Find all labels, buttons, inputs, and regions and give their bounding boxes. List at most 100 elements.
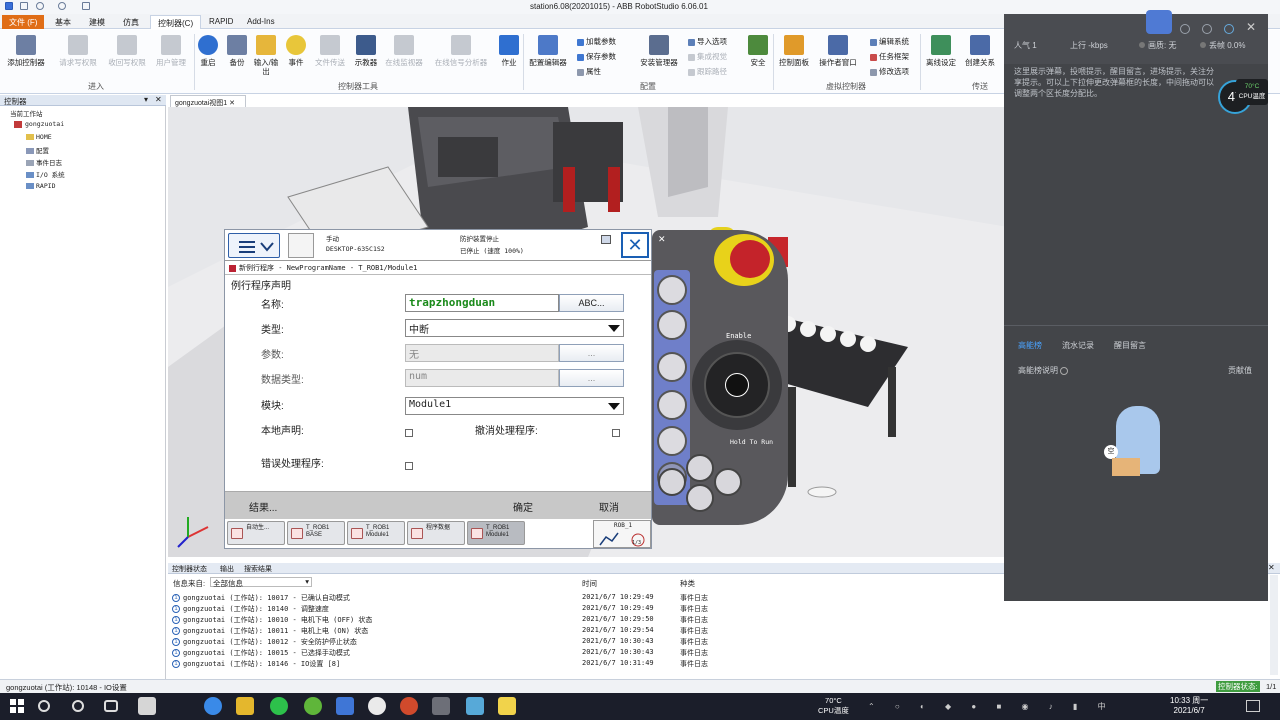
filter-dropdown[interactable]: 全部信息 ▾ (210, 577, 312, 588)
tree-item-eventlog[interactable]: 事件日志 (26, 157, 62, 167)
taskbar-tab-base[interactable]: T_ROB1 BASE (287, 521, 345, 545)
user-mgmt-button[interactable]: 用户管理 (150, 35, 192, 67)
clock[interactable]: 10:33 周一 2021/6/7 (1170, 696, 1208, 716)
output-row[interactable]: i gongzuotai (工作站): 10012 - 安全防护停止状态 (172, 637, 357, 648)
tab-controller[interactable]: 控制器(C) (150, 15, 202, 29)
rank-help[interactable]: 高能榜说明 (1018, 365, 1069, 376)
tree-item-config[interactable]: 配置 (26, 145, 49, 155)
restart-button[interactable]: 重启 (196, 35, 220, 67)
tree-item-io[interactable]: I/O 系统 (26, 169, 65, 179)
close-icon[interactable]: ✕ (1246, 20, 1256, 34)
chrome-icon[interactable] (204, 697, 222, 715)
refresh-icon[interactable] (1224, 24, 1234, 34)
online-monitor-button[interactable]: 在线监视器 (381, 35, 427, 67)
app-icon[interactable] (466, 697, 484, 715)
config-editor-button[interactable]: 配置编辑器 (525, 35, 571, 67)
backup-button[interactable]: 备份 (224, 35, 250, 67)
event-button[interactable]: 事件 (283, 35, 309, 67)
output-row[interactable]: i gongzuotai (工作站): 10017 - 已确认自动模式 (172, 593, 350, 604)
brush-icon[interactable] (82, 2, 90, 10)
revoke-write-button[interactable]: 收回写权限 (103, 35, 151, 67)
tray-icons[interactable]: ⌃ ○ ◐ ◆ ● ■ ◉ ♪ ▮ 中 (868, 701, 1118, 711)
control-panel-button[interactable]: 控制面板 (775, 35, 813, 67)
create-relation-button[interactable]: 创建关系 (960, 35, 1000, 67)
result-button[interactable]: 结果... (249, 499, 277, 514)
attributes-button[interactable]: 属性 (577, 66, 601, 77)
tab-superchat[interactable]: 醒目留言 (1114, 340, 1146, 351)
output-row[interactable]: i gongzuotai (工作站): 10010 - 电机下电 (OFF) 状态 (172, 615, 372, 626)
tree-current-station[interactable]: 当前工作站 (10, 108, 43, 118)
tab-records[interactable]: 流水记录 (1062, 340, 1094, 351)
undo-checkbox[interactable] (612, 429, 620, 437)
taskbar-tab-data[interactable]: 程序数据 (407, 521, 465, 545)
play-button[interactable] (686, 454, 714, 482)
params-dots-button[interactable]: ... (559, 344, 624, 362)
taskbar-tab-module1[interactable]: T_ROB1 Module1 (347, 521, 405, 545)
online-signal-button[interactable]: 在线信号分析器 (428, 35, 494, 67)
custom-key-2[interactable] (657, 310, 687, 340)
ok-button[interactable]: 确定 (513, 499, 533, 514)
close-icon[interactable]: ✕ (229, 100, 235, 107)
tab-modeling[interactable]: 建模 (82, 15, 112, 29)
task-view-icon[interactable] (104, 700, 118, 712)
stop-button[interactable] (686, 484, 714, 512)
request-write-button[interactable]: 请求写权限 (54, 35, 102, 67)
type-dropdown[interactable]: 中断 (405, 319, 624, 337)
teach-pendant-button[interactable]: 示教器 (351, 35, 381, 67)
job-button[interactable]: 作业 (497, 35, 521, 67)
abb-menu-button[interactable] (228, 233, 280, 258)
jog-mode-key[interactable] (657, 390, 687, 420)
tab-rapid[interactable]: RAPID (202, 15, 240, 29)
task-frame-button[interactable]: 任务框架 (870, 51, 909, 62)
select-unit-key[interactable] (657, 352, 687, 382)
load-params-button[interactable]: 加载参数 (577, 36, 616, 47)
app-icon[interactable] (498, 697, 516, 715)
tab-file[interactable]: 文件 (F) (2, 15, 45, 29)
taskbar-tab-active[interactable]: T_ROB1 Module1 (467, 521, 525, 545)
integrated-vision-button[interactable]: 集成视觉 (688, 51, 727, 62)
tp-window-icon[interactable] (601, 235, 611, 244)
modify-options-button[interactable]: 修改选项 (870, 66, 909, 77)
search-icon[interactable] (38, 700, 50, 712)
tab-controller-status[interactable]: 控制器状态 (172, 564, 207, 574)
tab-simulation[interactable]: 仿真 (116, 15, 146, 29)
taskbar-tab-auto[interactable]: 自动生... (227, 521, 285, 545)
dropdown-icon[interactable]: ▾ (144, 95, 148, 104)
cortana-icon[interactable] (72, 700, 84, 712)
output-row[interactable]: i gongzuotai (工作站): 10146 - IO设置 [8] (172, 659, 340, 670)
follow-path-button[interactable]: 跟踪路径 (688, 66, 727, 77)
offline-settings-button[interactable]: 离线设定 (922, 35, 960, 67)
install-manager-button[interactable]: 安装管理器 (636, 35, 682, 67)
settings-icon[interactable] (1180, 24, 1190, 34)
windows-start-icon[interactable] (8, 697, 26, 715)
wechat-icon[interactable] (270, 697, 288, 715)
cancel-button[interactable]: 取消 (599, 499, 619, 514)
save-params-button[interactable]: 保存参数 (577, 51, 616, 62)
app-icon[interactable] (368, 697, 386, 715)
edit-system-button[interactable]: 编辑系统 (870, 36, 909, 47)
close-icon[interactable]: ✕ (1268, 563, 1275, 572)
file-explorer-icon[interactable] (236, 697, 254, 715)
operator-window-button[interactable]: 操作者窗口 (815, 35, 861, 67)
powerpoint-icon[interactable] (400, 697, 418, 715)
abc-keyboard-button[interactable]: ABC... (559, 294, 624, 312)
tab-search-results[interactable]: 搜索结果 (244, 564, 272, 574)
tab-ranking[interactable]: 高能榜 (1018, 340, 1042, 351)
file-transfer-button[interactable]: 文件传送 (310, 35, 350, 67)
undo-icon[interactable] (36, 2, 44, 10)
tab-addins[interactable]: Add-Ins (240, 15, 282, 29)
output-row[interactable]: i gongzuotai (工作站): 10015 - 已选择手动模式 (172, 648, 350, 659)
step-back-button[interactable] (658, 468, 686, 496)
output-row[interactable]: i gongzuotai (工作站): 10140 - 调整速度 (172, 604, 329, 615)
redo-icon[interactable] (58, 2, 66, 10)
datatype-dots-button[interactable]: ... (559, 369, 624, 387)
local-checkbox[interactable] (405, 429, 413, 437)
output-row[interactable]: i gongzuotai (工作站): 10011 - 电机上电 (ON) 状态 (172, 626, 368, 637)
store-icon[interactable] (138, 697, 156, 715)
module-dropdown[interactable]: Module1 (405, 397, 624, 415)
import-options-button[interactable]: 导入选项 (688, 36, 727, 47)
lock-icon[interactable] (1202, 24, 1212, 34)
tree-item-home[interactable]: HOME (26, 133, 52, 141)
status-icon[interactable] (288, 233, 314, 258)
save-icon[interactable] (20, 2, 28, 10)
